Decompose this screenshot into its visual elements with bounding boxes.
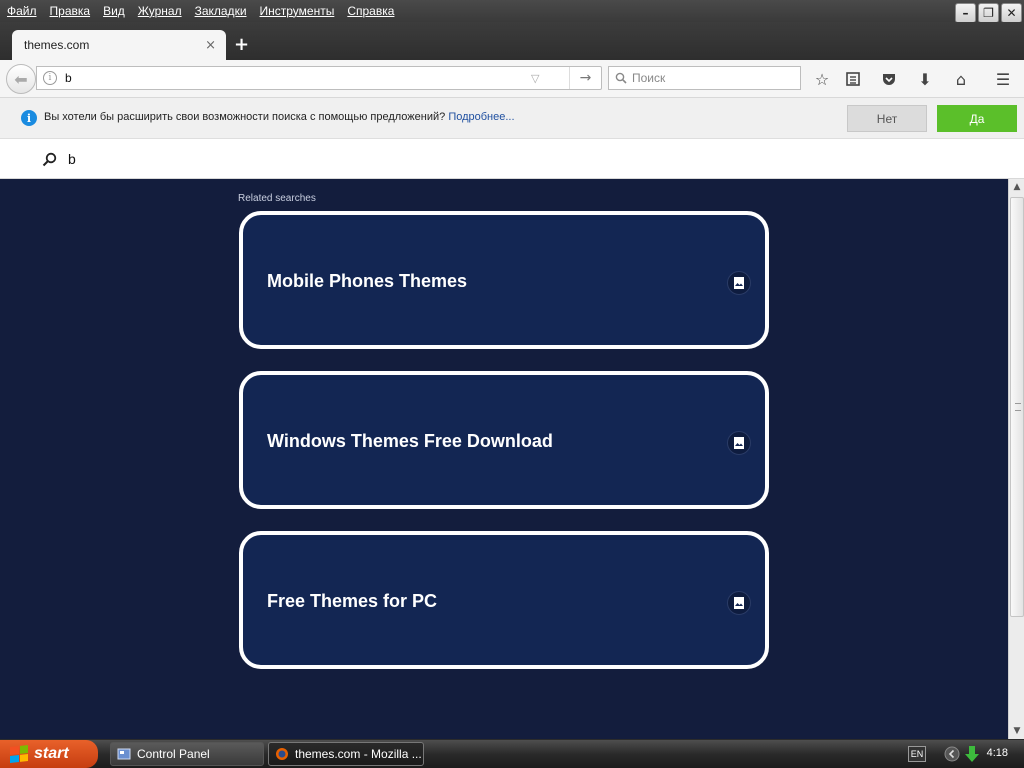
back-button[interactable]: ⬅ (6, 64, 36, 94)
taskbar-item-control-panel[interactable]: Control Panel (110, 742, 264, 766)
language-indicator[interactable]: EN (908, 746, 926, 762)
card-label: Free Themes for PC (267, 591, 438, 611)
vertical-scrollbar[interactable]: ▲ ▼ (1008, 179, 1024, 739)
bookmark-star-icon[interactable]: ☆ (812, 69, 832, 89)
firefox-icon (276, 748, 288, 760)
menu-edit[interactable]: Правка (50, 4, 91, 18)
notification-message: Вы хотели бы расширить свои возможности … (44, 111, 446, 123)
yes-button[interactable]: Да (937, 105, 1017, 132)
tab-title: themes.com (24, 38, 90, 52)
menu-file[interactable]: Файл (7, 4, 37, 18)
scrollbar-thumb[interactable] (1010, 197, 1024, 617)
pocket-icon[interactable] (879, 69, 899, 89)
related-searches-heading: Related searches (238, 193, 316, 204)
restore-button[interactable]: ❐ (978, 3, 999, 23)
scrollbar-grip-icon (1015, 403, 1021, 411)
tab-bar: themes.com × + (0, 22, 1024, 60)
search-query-text[interactable]: b (68, 151, 76, 167)
back-arrow-icon: ⬅ (14, 69, 28, 89)
navigation-toolbar: ⬅ i ▽ → ☆ ⬇ ⌂ ☰ (0, 60, 1024, 98)
menu-hamburger-icon[interactable]: ☰ (993, 69, 1013, 89)
taskbar-item-firefox[interactable]: themes.com - Mozilla ... (268, 742, 424, 766)
close-window-button[interactable]: ✕ (1001, 3, 1022, 23)
card-label: Windows Themes Free Download (267, 431, 553, 451)
minimize-button[interactable]: – (955, 3, 976, 23)
scroll-down-icon[interactable]: ▼ (1009, 723, 1024, 739)
browser-window: Файл Правка Вид Журнал Закладки Инструме… (0, 0, 1024, 740)
page-search-strip: b (0, 139, 1024, 179)
menubar: Файл Правка Вид Журнал Закладки Инструме… (0, 0, 1024, 23)
image-icon (727, 431, 751, 455)
scroll-up-icon[interactable]: ▲ (1009, 179, 1024, 195)
bookmarks-list-icon[interactable] (843, 69, 863, 89)
info-icon: i (21, 110, 37, 126)
menu-bookmarks[interactable]: Закладки (195, 4, 247, 18)
tray-expand-icon[interactable] (944, 746, 960, 762)
card-label: Mobile Phones Themes (267, 271, 468, 291)
notification-text: Вы хотели бы расширить свои возможности … (44, 111, 515, 123)
task-label: themes.com - Mozilla ... (295, 747, 422, 761)
menu-history[interactable]: Журнал (138, 4, 182, 18)
control-panel-icon (117, 748, 131, 760)
tab-themes[interactable]: themes.com × (12, 30, 226, 60)
menu-help[interactable]: Справка (347, 4, 394, 18)
window-controls: – ❐ ✕ (955, 3, 1022, 23)
windows-flag-icon (10, 745, 28, 763)
search-input[interactable] (632, 71, 792, 85)
related-search-card[interactable]: Free Themes for PC (239, 531, 769, 669)
page-content: Related searches Mobile Phones Themes Wi… (0, 179, 1008, 739)
download-arrow-icon[interactable] (964, 745, 980, 763)
taskbar: start Control Panel themes.com - Mozilla… (0, 740, 1024, 768)
history-dropdown-icon[interactable]: ▽ (531, 72, 539, 85)
search-bar[interactable] (608, 66, 801, 90)
menu-view[interactable]: Вид (103, 4, 125, 18)
menu-tools[interactable]: Инструменты (260, 4, 335, 18)
search-icon (615, 72, 627, 84)
url-bar[interactable]: i ▽ → (36, 66, 602, 90)
no-button[interactable]: Нет (847, 105, 927, 132)
downloads-icon[interactable]: ⬇ (915, 69, 935, 89)
url-input[interactable] (65, 71, 525, 85)
tab-close-icon[interactable]: × (205, 38, 216, 53)
home-icon[interactable]: ⌂ (951, 69, 971, 89)
image-icon (727, 591, 751, 615)
related-search-card[interactable]: Windows Themes Free Download (239, 371, 769, 509)
new-tab-button[interactable]: + (234, 34, 249, 55)
learn-more-link[interactable]: Подробнее... (448, 111, 514, 123)
clock: 4:18 (986, 747, 1008, 759)
search-icon[interactable] (42, 152, 57, 167)
task-label: Control Panel (137, 747, 210, 761)
search-suggestions-notification: i Вы хотели бы расширить свои возможност… (0, 98, 1024, 139)
go-arrow-icon[interactable]: → (569, 67, 601, 89)
site-info-icon[interactable]: i (43, 71, 57, 85)
system-tray: EN 4:18 (904, 740, 1024, 768)
start-button[interactable]: start (0, 740, 98, 768)
image-icon (727, 271, 751, 295)
start-label: start (34, 745, 69, 762)
related-search-card[interactable]: Mobile Phones Themes (239, 211, 769, 349)
